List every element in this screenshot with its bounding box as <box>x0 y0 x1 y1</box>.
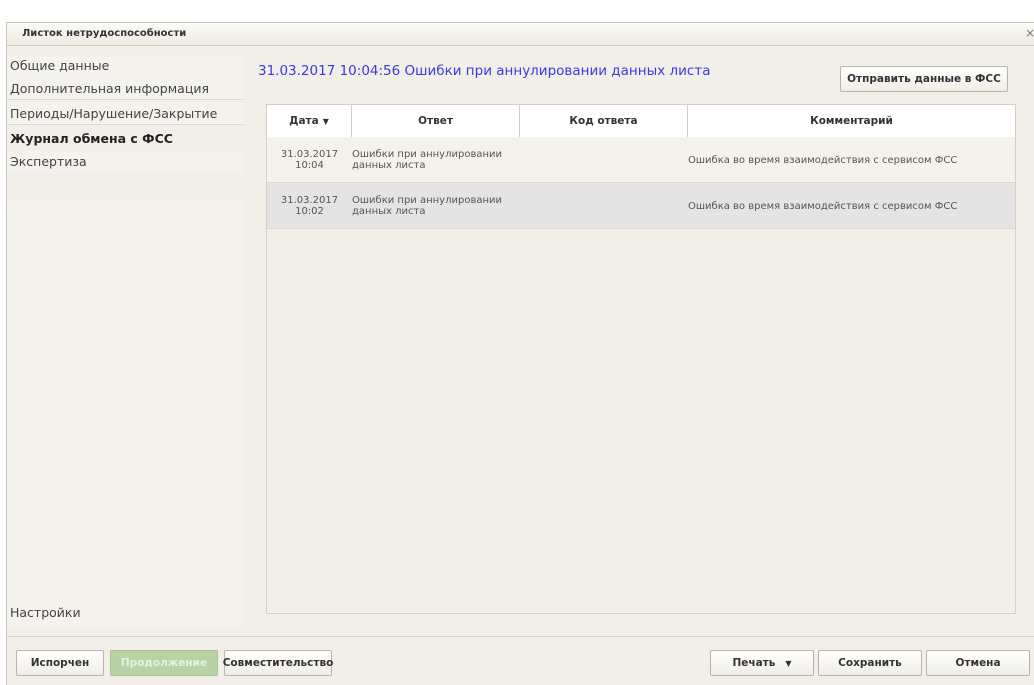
exchange-log-table: Дата ▼ Ответ Код ответа Комментарий 31.03… <box>266 104 1016 614</box>
column-header-code[interactable]: Код ответа <box>520 105 688 137</box>
save-button[interactable]: Сохранить <box>818 650 922 676</box>
sidebar-item-fss-journal[interactable]: Журнал обмена с ФСС <box>7 128 243 150</box>
spoiled-button[interactable]: Испорчен <box>16 650 104 676</box>
window-titlebar: Листок нетрудоспособности × <box>7 23 1034 46</box>
cell-date: 31.03.2017 10:04 <box>280 149 339 171</box>
cell-comment: Ошибка во время взаимодействия с сервисо… <box>688 154 958 166</box>
page-title: 31.03.2017 10:04:56 Ошибки при аннулиров… <box>258 63 711 79</box>
sidebar-item-general[interactable]: Общие данные <box>7 55 243 77</box>
cell-code <box>520 183 688 229</box>
cell-answer: Ошибки при аннулировании данных листа <box>352 195 503 217</box>
close-icon[interactable]: × <box>1025 26 1034 40</box>
table-header: Дата ▼ Ответ Код ответа Комментарий <box>267 105 1015 138</box>
chevron-down-icon: ▼ <box>785 658 792 668</box>
print-button[interactable]: Печать ▼ <box>710 650 814 676</box>
column-header-answer[interactable]: Ответ <box>352 105 520 137</box>
footer-divider <box>6 636 1034 637</box>
sidebar-item-additional-info[interactable]: Дополнительная информация <box>7 78 243 100</box>
table-row[interactable]: 31.03.2017 10:02 Ошибки при аннулировании… <box>267 183 1015 229</box>
send-to-fss-button[interactable]: Отправить данные в ФСС <box>840 66 1008 92</box>
cell-date: 31.03.2017 10:02 <box>280 195 339 217</box>
cancel-button[interactable]: Отмена <box>926 650 1030 676</box>
sort-desc-icon[interactable]: ▼ <box>323 117 329 126</box>
table-row[interactable]: 31.03.2017 10:04 Ошибки при аннулировании… <box>267 137 1015 183</box>
column-header-comment[interactable]: Комментарий <box>688 105 1015 137</box>
cell-answer: Ошибки при аннулировании данных листа <box>352 149 503 171</box>
continuation-button[interactable]: Продолжение <box>110 650 218 676</box>
window-title: Листок нетрудоспособности <box>22 28 187 39</box>
cell-comment: Ошибка во время взаимодействия с сервисо… <box>688 200 958 212</box>
cell-code <box>520 137 688 183</box>
sidebar-item-settings[interactable]: Настройки <box>7 600 243 626</box>
column-header-date[interactable]: Дата ▼ <box>267 105 352 137</box>
sidebar-item-expertise[interactable]: Экспертиза <box>7 151 243 173</box>
sidebar-empty-area <box>7 200 243 605</box>
part-time-button[interactable]: Совместительство <box>223 650 333 676</box>
sidebar: Общие данные Дополнительная информация П… <box>7 55 243 643</box>
sidebar-item-periods[interactable]: Периоды/Нарушение/Закрытие <box>7 103 243 125</box>
